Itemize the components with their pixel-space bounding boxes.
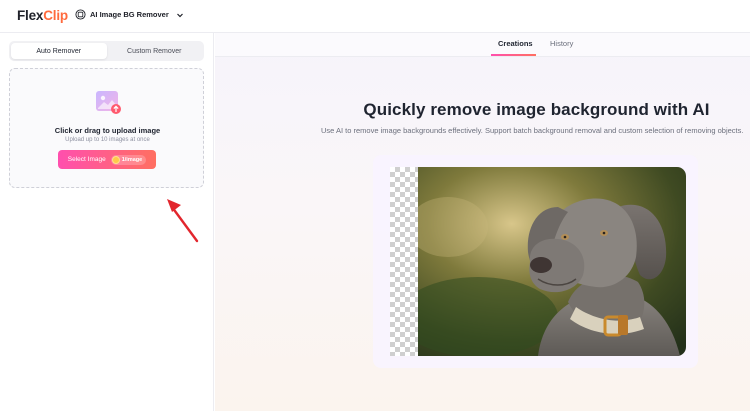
dog-sample-image: [418, 167, 686, 356]
auto-remover-tab[interactable]: Auto Remover: [11, 43, 107, 59]
app-header: Flex Clip AI Image BG Remover: [0, 0, 750, 33]
page-subline: Use AI to remove image backgrounds effec…: [321, 126, 744, 135]
logo-suffix: Clip: [43, 8, 68, 23]
tool-name: AI Image BG Remover: [90, 10, 169, 19]
select-image-button[interactable]: Select Image 1/image: [58, 150, 156, 169]
tab-history[interactable]: History: [550, 39, 573, 48]
left-panel: Auto Remover Custom Remover Click or dra…: [0, 33, 214, 411]
annotation-arrow-icon: [167, 199, 199, 243]
main-tabs: Creations History: [215, 33, 750, 57]
logo-prefix: Flex: [17, 8, 44, 23]
tab-creations[interactable]: Creations: [498, 39, 533, 48]
transparency-checkerboard: [390, 167, 420, 356]
chevron-down-icon: [176, 13, 183, 17]
upload-title: Click or drag to upload image: [54, 126, 161, 135]
image-upload-icon: [96, 91, 121, 114]
credit-cost-label: 1/image: [121, 156, 143, 163]
upload-dropzone[interactable]: Click or drag to upload image Upload up …: [9, 68, 204, 188]
bg-remover-tool-icon: [75, 9, 86, 20]
active-tab-indicator: [491, 54, 536, 56]
upload-subtitle: Upload up to 10 images at once: [65, 137, 150, 143]
custom-remover-tab[interactable]: Custom Remover: [107, 43, 203, 59]
page-headline: Quickly remove image background with AI: [363, 100, 710, 119]
coin-icon: [111, 155, 120, 164]
flexclip-logo[interactable]: Flex Clip: [17, 8, 68, 23]
tool-selector-dropdown[interactable]: AI Image BG Remover: [75, 9, 184, 20]
main-area: Creations History Quickly remove image b…: [215, 33, 750, 411]
select-image-label: Select Image: [67, 156, 106, 163]
mode-switcher: Auto Remover Custom Remover: [9, 41, 204, 61]
credit-cost-badge: 1/image: [110, 154, 147, 165]
